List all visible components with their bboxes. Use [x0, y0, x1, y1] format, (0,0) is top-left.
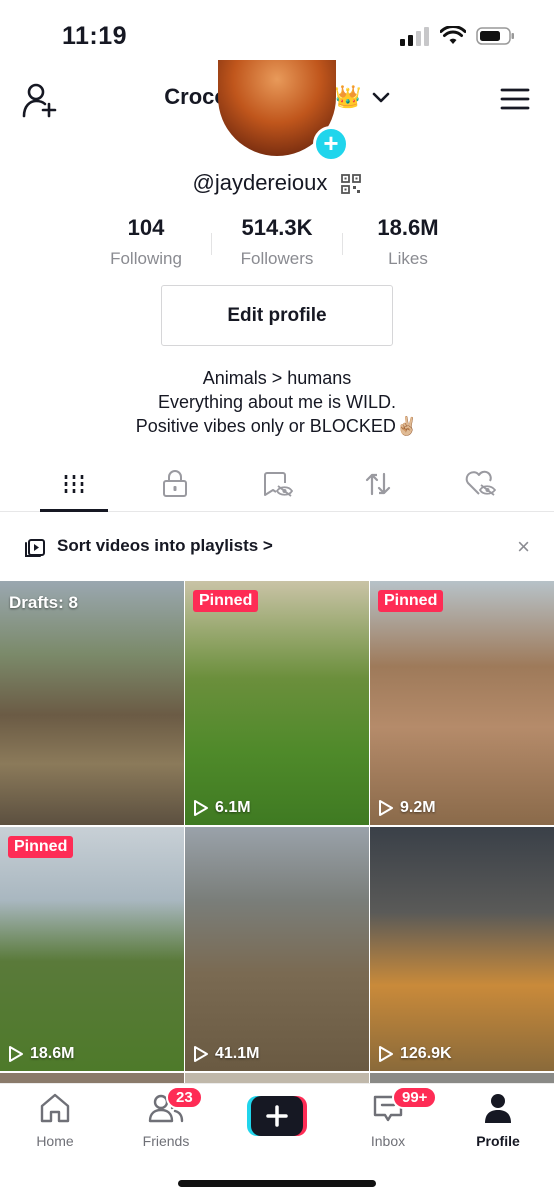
playlist-icon [25, 539, 45, 557]
bio-line: Everything about me is WILD. [157, 392, 397, 412]
username-row: @jaydereioux [0, 170, 554, 196]
view-count-value: 9.2M [400, 799, 436, 816]
video-thumbnail[interactable]: Pinned 6.1M [185, 581, 369, 825]
grid-icon [64, 475, 84, 493]
play-icon [194, 800, 208, 816]
stat-likes[interactable]: 18.6M Likes [343, 215, 473, 269]
status-icons [400, 26, 516, 46]
profile-icon [485, 1094, 511, 1123]
view-count-value: 6.1M [215, 799, 251, 816]
play-icon [379, 800, 393, 816]
stat-label: Followers [240, 249, 314, 268]
bio-line: Positive vibes only or BLOCKED✌🏼 [135, 416, 419, 436]
tab-reposts[interactable] [358, 468, 398, 500]
view-count-value: 126.9K [400, 1045, 452, 1062]
stat-label: Following [110, 249, 182, 268]
stat-label: Likes [388, 249, 428, 268]
stat-following[interactable]: 104 Following [81, 215, 211, 269]
drafts-label: Drafts: 8 [9, 593, 78, 612]
tab-private[interactable] [155, 468, 195, 500]
view-count: 41.1M [193, 1045, 259, 1063]
battery-icon [476, 27, 514, 45]
wifi-icon [440, 26, 466, 44]
bio-line: Animals > humans [202, 368, 352, 388]
close-icon[interactable]: × [517, 536, 530, 558]
stat-followers[interactable]: 514.3K Followers [212, 215, 342, 269]
avatar-add-button[interactable]: + [313, 126, 349, 162]
play-icon [379, 1046, 393, 1062]
bio: Animals > humans Everything about me is … [0, 366, 554, 438]
playlist-banner[interactable]: Sort videos into playlists > × [0, 524, 554, 570]
tab-videos[interactable] [54, 468, 94, 500]
video-thumbnail[interactable]: Pinned 9.2M [370, 581, 554, 825]
nav-label: Inbox [370, 1133, 406, 1149]
tab-saved[interactable] [258, 468, 298, 500]
edit-profile-button[interactable]: Edit profile [161, 285, 393, 346]
video-thumbnail-drafts[interactable]: Drafts: 8 [0, 581, 184, 825]
profile-tabs [0, 460, 554, 512]
view-count-value: 41.1M [215, 1045, 260, 1062]
plus-icon [247, 1096, 307, 1136]
stat-value: 104 [127, 215, 165, 240]
repost-icon [365, 472, 391, 496]
play-icon [194, 1046, 208, 1062]
username: @jaydereioux [192, 170, 328, 195]
tab-liked[interactable] [460, 468, 500, 500]
nav-label: Friends [142, 1133, 190, 1149]
lock-icon [163, 470, 187, 497]
view-count-value: 18.6M [30, 1045, 75, 1062]
status-time: 11:19 [62, 22, 128, 50]
create-button[interactable] [247, 1096, 307, 1136]
video-thumbnail[interactable]: Pinned 18.6M [0, 827, 184, 1071]
active-tab-indicator [40, 509, 108, 512]
pinned-badge: Pinned [378, 590, 444, 612]
play-icon [9, 1046, 23, 1062]
crown-emoji: 👑 [334, 84, 362, 109]
pinned-badge: Pinned [8, 836, 74, 858]
home-indicator [178, 1180, 376, 1187]
chevron-down-icon [372, 92, 390, 103]
video-grid-next-row [0, 1073, 554, 1083]
saved-hidden-icon [264, 472, 293, 497]
nav-profile[interactable]: Profile [458, 1092, 538, 1149]
nav-home[interactable]: Home [15, 1092, 95, 1149]
hamburger-menu-icon [500, 88, 530, 110]
friends-badge: 23 [166, 1086, 203, 1109]
view-count: 18.6M [8, 1045, 74, 1063]
pinned-badge: Pinned [193, 590, 259, 612]
nav-label: Profile [476, 1133, 520, 1149]
stat-value: 18.6M [377, 215, 439, 240]
playlist-banner-text: Sort videos into playlists > [57, 536, 273, 555]
liked-hidden-icon [465, 470, 496, 496]
video-grid: Drafts: 8 Pinned 6.1M Pinned 9.2M Pinned… [0, 581, 554, 1071]
video-thumbnail[interactable]: 126.9K [370, 827, 554, 1071]
nav-label: Home [36, 1133, 74, 1149]
cellular-signal-icon [400, 27, 429, 46]
qr-code-icon[interactable] [341, 174, 362, 195]
menu-button[interactable] [500, 86, 530, 112]
video-thumbnail[interactable]: 41.1M [185, 827, 369, 1071]
view-count: 9.2M [378, 799, 436, 817]
stat-value: 514.3K [241, 215, 313, 240]
view-count: 6.1M [193, 799, 251, 817]
profile-stats: 104 Following 514.3K Followers 18.6M Lik… [0, 215, 554, 269]
inbox-badge: 99+ [392, 1086, 438, 1109]
view-count: 126.9K [378, 1045, 452, 1063]
home-icon [40, 1093, 70, 1123]
